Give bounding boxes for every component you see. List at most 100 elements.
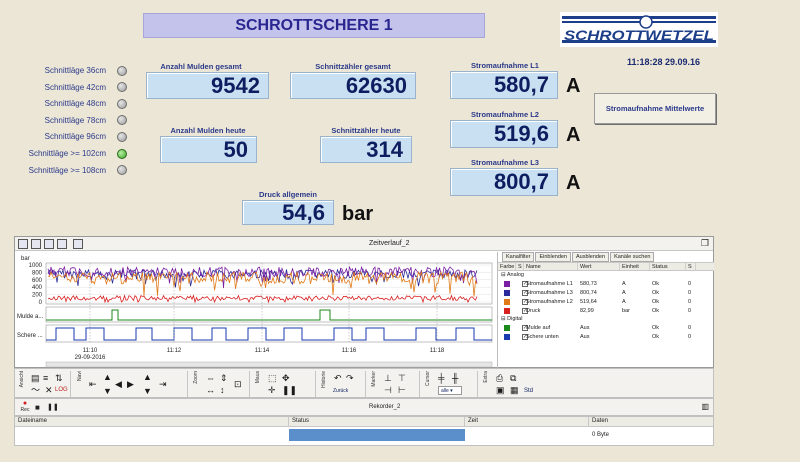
cursor-select[interactable]: alle ▾	[438, 386, 462, 395]
nav-last-icon[interactable]: ⇥	[159, 380, 167, 389]
nav-down2-icon[interactable]: ▼	[143, 387, 152, 396]
mulden-heute-label: Anzahl Mulden heute	[170, 126, 246, 135]
print-icon[interactable]: ⎙	[496, 374, 503, 383]
copy-icon[interactable]: ⧉	[510, 374, 516, 383]
save-icon[interactable]: ▦	[510, 386, 519, 395]
zurueck-label[interactable]: Zurück	[333, 388, 348, 394]
recorder-header: Dateiname Status Zeit Daten	[15, 417, 713, 427]
pause-rec-icon[interactable]: ❚❚	[47, 403, 59, 411]
column-header[interactable]: Status	[650, 263, 686, 270]
table-view-icon[interactable]	[31, 239, 41, 249]
crosshair-icon[interactable]: ✛	[268, 386, 276, 395]
column-header[interactable]: S	[516, 263, 524, 270]
channel-unit: bar	[622, 307, 630, 314]
std-button[interactable]: Std	[524, 388, 533, 394]
channel-name: Stromaufnahme L3	[526, 289, 573, 296]
nav-first-icon[interactable]: ⇤	[89, 380, 97, 389]
nav-up-icon[interactable]: ▲	[103, 373, 112, 382]
channel-tab[interactable]: Kanalfilter	[502, 252, 535, 262]
column-header[interactable]: Einheit	[620, 263, 650, 270]
zoom-out-y-icon[interactable]: ↕	[220, 386, 225, 395]
export-icon[interactable]	[57, 239, 67, 249]
column-header[interactable]: Name	[524, 263, 578, 270]
pause-icon[interactable]: ❚❚	[282, 386, 297, 395]
toolbar-group-extra: ⎙ ⧉ ▣ ▦ Std	[480, 371, 570, 397]
nav-up2-icon[interactable]: ▲	[143, 373, 152, 382]
schnitt-gesamt-label: Schnittzähler gesamt	[315, 62, 391, 71]
group-analog[interactable]: ⊟ Analog	[498, 271, 714, 279]
marker-list-icon[interactable]: ⊢	[398, 386, 406, 395]
color-swatch	[504, 324, 510, 331]
recorder-row[interactable]: 0 Byte	[15, 429, 713, 441]
column-header[interactable]: Wert	[578, 263, 620, 270]
timeline-chart[interactable]: bar 1000 800 600 400 200 0 Mulde a... Schere ...…	[16, 252, 496, 368]
channel-tab[interactable]: Einblenden	[535, 252, 571, 262]
y-tick-label: 1000	[29, 263, 43, 269]
status-led	[117, 82, 127, 93]
group-digital-label: Digital	[507, 316, 523, 322]
column-header[interactable]: Farbe	[498, 263, 516, 270]
scale-icon[interactable]: ⇅	[55, 374, 63, 383]
pan-icon[interactable]: ✥	[282, 374, 290, 383]
toolbar-group-label: Zoom	[193, 371, 199, 384]
channel-row[interactable]: ✓ Mulde auf Aus Ok 0	[498, 323, 714, 332]
marker-move-icon[interactable]: ⊤	[398, 374, 406, 383]
cursor-b-icon[interactable]: ╫	[452, 374, 458, 383]
chart-view-icon[interactable]	[18, 239, 28, 249]
marker-del-icon[interactable]: ⊣	[384, 386, 392, 395]
channel-row[interactable]: ✓ Stromaufnahme L2 519,64 A Ok 0	[498, 297, 714, 306]
select-icon[interactable]: ⬚	[268, 374, 277, 383]
rec-label: Rec	[20, 407, 30, 413]
channel-value: Aus	[580, 333, 590, 340]
delete-icon[interactable]: ✕	[45, 386, 53, 395]
stacked-icon[interactable]: ≡	[43, 374, 48, 383]
zoom-fit-icon[interactable]: ⊡	[234, 380, 242, 389]
legend-label: Schnittläge 96cm	[44, 132, 106, 142]
log-icon[interactable]: LOG	[55, 386, 68, 395]
recorder-title: Rekorder_2	[369, 404, 401, 410]
page-title-text: SCHROTTSCHERE 1	[235, 16, 393, 34]
channel-tab[interactable]: Ausblenden	[572, 252, 610, 262]
settings-icon[interactable]	[73, 239, 83, 249]
rec-dot-icon: ●	[22, 400, 28, 407]
chart-scrollbar[interactable]	[45, 361, 493, 368]
toolbar-group-zoom: ⇔ ⇕ ↔ ↕ ⊡	[190, 371, 250, 397]
redo-icon[interactable]: ↷	[346, 374, 354, 383]
nav-down-icon[interactable]: ▼	[103, 387, 112, 396]
channel-status: Ok	[652, 324, 660, 331]
grid-view-icon[interactable]	[44, 239, 54, 249]
group-digital[interactable]: ⊟ Digital	[498, 315, 714, 323]
color-swatch	[504, 280, 510, 287]
col-dateiname: Dateiname	[15, 417, 289, 426]
zoom-in-x-icon[interactable]: ⇔	[206, 374, 215, 383]
channel-tab[interactable]: Kanäle suchen	[610, 252, 655, 262]
chart-toolbar: ▤ ≡ ⇅ 〜 ✕ LOG ⇤ ▲ ▼ ◀ ▶ ▲ ▼ ⇥ ⇔ ⇕ ↔ ↕ ⊡ …	[14, 368, 714, 398]
schnitt-heute-label: Schnittzähler heute	[331, 126, 401, 135]
channel-unit: A	[622, 298, 626, 305]
maximize-icon[interactable]: ❐	[701, 238, 709, 249]
channel-row[interactable]: ✓ Druck 82,99 bar Ok 0	[498, 306, 714, 315]
cursor-a-icon[interactable]: ╪	[438, 374, 444, 383]
mittelwerte-button[interactable]: Stromaufnahme Mittelwerte	[594, 93, 716, 124]
column-header[interactable]: S	[686, 263, 696, 270]
recorder-table: Dateiname Status Zeit Daten 0 Byte	[14, 416, 714, 446]
col-status: Status	[289, 417, 465, 426]
nav-left-icon[interactable]: ◀	[115, 380, 122, 389]
chart-type-icon[interactable]: ▤	[31, 374, 40, 383]
nav-right-icon[interactable]: ▶	[127, 380, 134, 389]
undo-icon[interactable]: ↶	[334, 374, 342, 383]
zoom-in-y-icon[interactable]: ⇕	[220, 374, 228, 383]
channel-row[interactable]: ✓ Stromaufnahme L1 580,73 A Ok 0	[498, 279, 714, 288]
toolbar-group-label: Historie	[321, 371, 327, 388]
line-icon[interactable]: 〜	[31, 386, 40, 395]
stop-icon[interactable]: ■	[35, 403, 40, 412]
channel-row[interactable]: ✓ Schere unten Aus Ok 0	[498, 332, 714, 341]
marker-add-icon[interactable]: ⊥	[384, 374, 392, 383]
rec-button[interactable]: ● Rec	[19, 400, 31, 415]
legend-row: Schnittläge >= 108cm	[12, 164, 127, 177]
recorder-settings-icon[interactable]: ▥	[701, 402, 709, 411]
zoom-out-x-icon[interactable]: ↔	[206, 386, 215, 395]
channel-row[interactable]: ✓ Stromaufnahme L3 800,74 A Ok 0	[498, 288, 714, 297]
clipboard-icon[interactable]: ▣	[496, 386, 505, 395]
color-swatch	[504, 298, 510, 305]
